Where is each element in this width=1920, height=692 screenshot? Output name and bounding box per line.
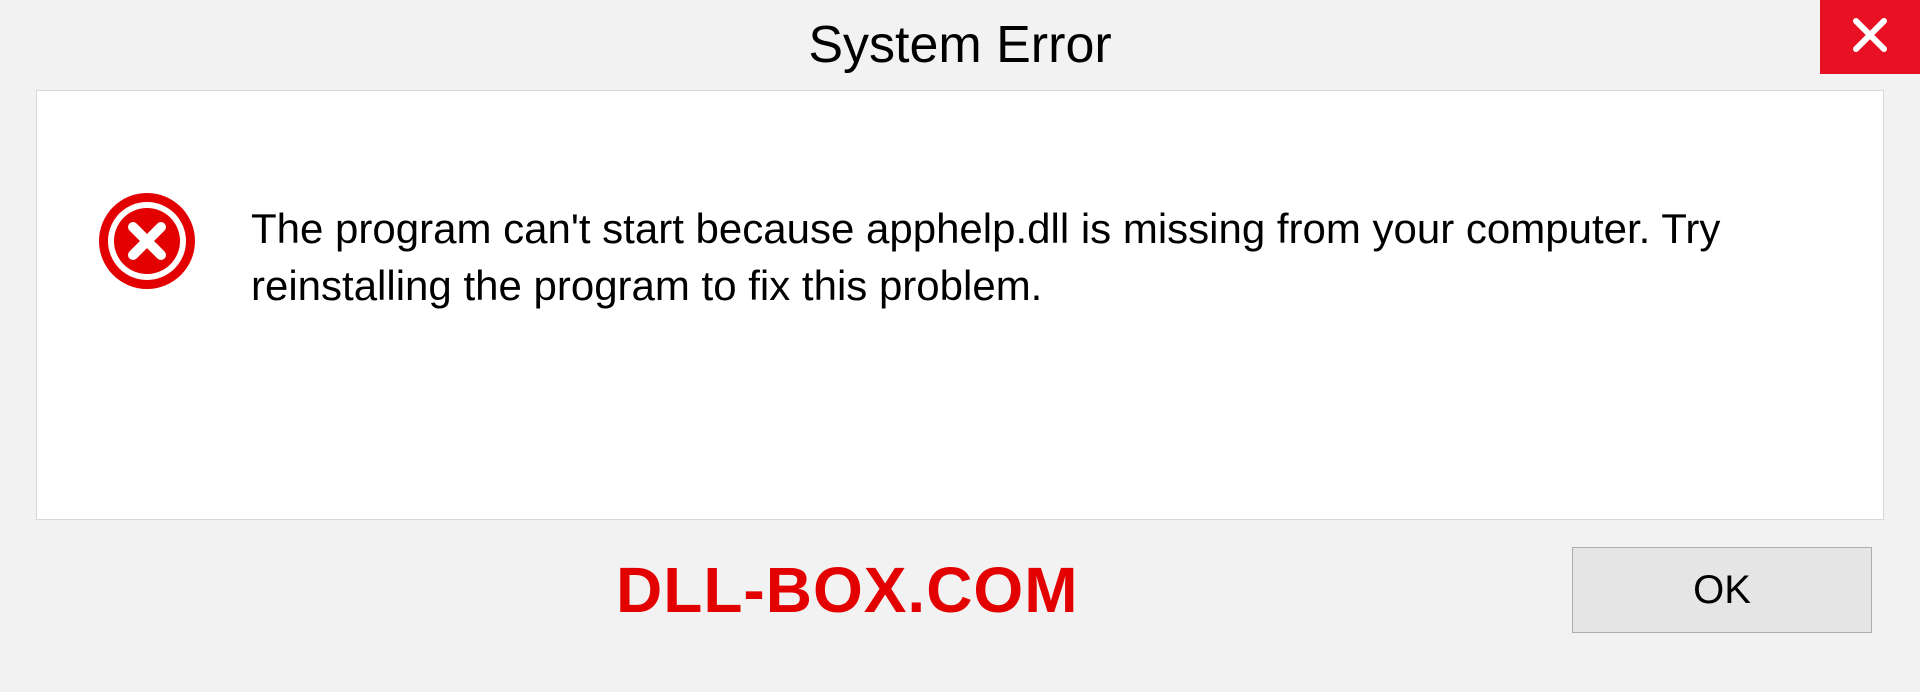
error-icon bbox=[97, 278, 197, 295]
close-icon bbox=[1850, 15, 1890, 60]
close-button[interactable] bbox=[1820, 0, 1920, 74]
window-title: System Error bbox=[808, 15, 1111, 75]
footer: DLL-BOX.COM OK bbox=[36, 520, 1884, 660]
titlebar: System Error bbox=[0, 0, 1920, 90]
watermark-text: DLL-BOX.COM bbox=[616, 553, 1079, 627]
error-message: The program can't start because apphelp.… bbox=[251, 201, 1823, 314]
content-panel: The program can't start because apphelp.… bbox=[36, 90, 1884, 520]
ok-button-label: OK bbox=[1693, 568, 1751, 613]
ok-button[interactable]: OK bbox=[1572, 547, 1872, 633]
error-icon-wrapper bbox=[97, 191, 197, 296]
